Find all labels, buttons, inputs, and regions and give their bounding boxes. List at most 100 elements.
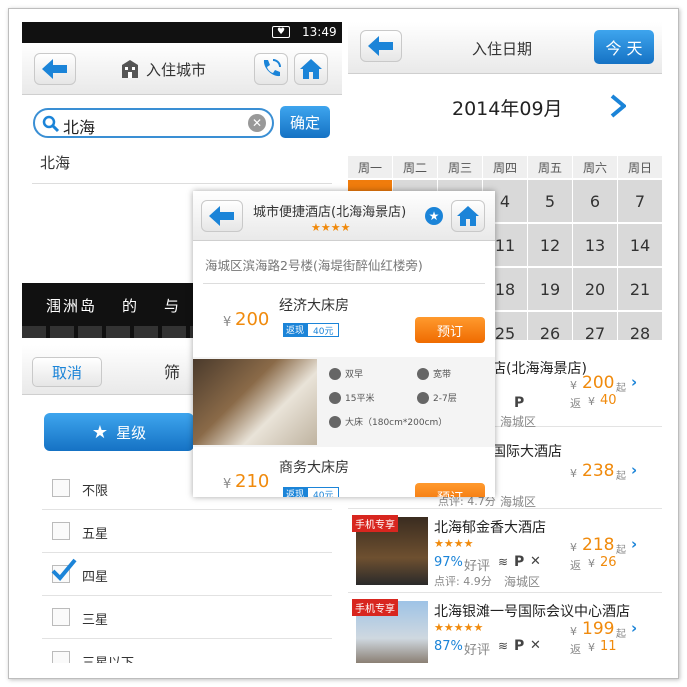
city-search-box[interactable]: 北海 ✕	[33, 108, 274, 138]
back-button[interactable]	[360, 30, 402, 62]
area-icon	[329, 391, 341, 404]
hotel-stars: ★★★★★	[434, 621, 484, 634]
weekday-label: 周二	[393, 156, 437, 178]
cashback-value: 26	[600, 555, 617, 570]
checkbox[interactable]	[52, 651, 70, 663]
hotel-name: 国际大酒店	[492, 444, 562, 460]
price-currency: ¥	[570, 625, 577, 638]
calendar-day[interactable]: 12	[528, 224, 572, 266]
amenity-broadband: 宽带	[417, 367, 451, 380]
calendar-day[interactable]: 19	[528, 268, 572, 310]
good-rate: 97%	[434, 555, 463, 570]
star-level-label: 星级	[116, 423, 147, 442]
home-button[interactable]	[451, 200, 485, 232]
calendar-day[interactable]: 13	[573, 224, 617, 266]
good-rate-label: 好评	[464, 643, 491, 658]
hotel-title-stars: ★★★★	[311, 221, 351, 234]
network-icon	[417, 367, 429, 380]
search-input[interactable]: 北海	[63, 114, 95, 138]
chevron-right-icon: ›	[631, 373, 638, 391]
book-button[interactable]: 预订	[415, 317, 485, 343]
city-header: 入住城市	[22, 43, 342, 95]
hotel-list-item[interactable]: 手机专享 北海郁金香大酒店 ★★★★ 97% 好评 ≋ P ✕ 点评: 4.9分…	[348, 509, 662, 593]
cashback-tag-label: 返现	[283, 323, 308, 337]
room-detail: 双早 宽带 15平米 2-7层 大床（180cm*200cm）	[193, 357, 495, 447]
checkbox[interactable]	[52, 522, 70, 540]
star-option-label: 三星	[82, 613, 109, 628]
price-qi: 起	[616, 545, 626, 556]
cashback-tag-label: 返现	[283, 487, 308, 497]
bed-icon	[329, 415, 341, 428]
parking-icon: P	[514, 395, 525, 411]
calendar-day[interactable]: 7	[618, 180, 662, 222]
calendar-day[interactable]: 20	[573, 268, 617, 310]
chevron-right-icon: ›	[631, 535, 638, 553]
back-button[interactable]	[201, 200, 243, 232]
book-button[interactable]: 预订	[415, 483, 485, 497]
review-score: 点评: 4.9分	[434, 575, 492, 588]
hotel-stars: ★★★★	[434, 537, 474, 550]
hotel-price: 199	[582, 619, 615, 639]
cancel-button[interactable]: 取消	[32, 357, 102, 387]
weekday-label: 周一	[348, 156, 392, 178]
hotel-header: 城市便捷酒店(北海海景店) ★★★★ ★	[193, 191, 495, 241]
calendar-day[interactable]: 14	[618, 224, 662, 266]
checkbox[interactable]	[52, 608, 70, 626]
star-option[interactable]: 四星	[42, 553, 332, 596]
hotel-name: 店(北海海景店)	[492, 361, 587, 377]
calendar-day[interactable]: 5	[528, 180, 572, 222]
star-level-tab[interactable]: ★ 星级	[44, 413, 194, 451]
star-option[interactable]: 三星以下	[42, 639, 332, 663]
dark-strip-bottom	[22, 326, 202, 338]
star-option[interactable]: 五星	[42, 510, 332, 553]
cashback-value: 40	[600, 393, 617, 408]
favorite-icon[interactable]: ★	[425, 207, 443, 225]
heart-battery-icon: ♥	[272, 26, 290, 38]
calendar-day[interactable]: 21	[618, 268, 662, 310]
cashback-label: 返	[570, 559, 581, 572]
cashback-currency: ¥	[588, 395, 595, 408]
checkbox-checked[interactable]	[51, 558, 77, 583]
calendar-day[interactable]: 26	[528, 312, 572, 340]
star-option[interactable]: 三星	[42, 596, 332, 639]
price-qi: 起	[616, 629, 626, 640]
dark-scroll-strip: 涠洲岛 的 与	[22, 283, 202, 338]
calendar-day[interactable]: 6	[573, 180, 617, 222]
checkbox[interactable]	[52, 479, 70, 497]
clear-icon[interactable]: ✕	[248, 114, 266, 132]
hotel-address[interactable]: 海城区滨海路2号楼(海堤街醉仙红楼旁)	[205, 255, 423, 274]
mobile-exclusive-badge: 手机专享	[352, 515, 398, 532]
arrow-left-icon	[42, 59, 67, 79]
weekday-label: 周四	[483, 156, 527, 178]
confirm-button[interactable]: 确定	[280, 106, 330, 138]
hotel-building-icon	[122, 60, 138, 78]
room-photo[interactable]	[193, 359, 317, 445]
city-result-item[interactable]: 北海	[32, 146, 332, 184]
amenity-floor-label: 2-7层	[433, 394, 457, 404]
hotel-title: 城市便捷酒店(北海海景店)	[253, 205, 407, 220]
wifi-icon: ≋	[498, 639, 509, 653]
dark-word-1: 涠洲岛	[46, 297, 98, 315]
room-row: 商务大床房 ¥ 210 返现 40元 预订	[193, 451, 495, 497]
mobile-exclusive-badge: 手机专享	[352, 599, 398, 616]
hotel-name: 北海银滩一号国际会议中心酒店	[434, 604, 630, 620]
calendar-day[interactable]: 28	[618, 312, 662, 340]
calendar-day[interactable]: 27	[573, 312, 617, 340]
arrow-left-icon	[368, 36, 393, 56]
next-month-icon[interactable]	[610, 94, 626, 118]
restaurant-icon: ✕	[530, 638, 541, 653]
room-name: 商务大床房	[279, 460, 349, 476]
today-button[interactable]: 今 天	[594, 30, 654, 64]
hotel-list-item[interactable]: 手机专享 北海银滩一号国际会议中心酒店 ★★★★★ 87% 好评 ≋ P ✕ ¥…	[348, 593, 662, 663]
room-row: 经济大床房 ¥ 200 返现 40元 预订	[193, 287, 495, 353]
call-button[interactable]	[254, 53, 288, 85]
cashback-currency: ¥	[588, 557, 595, 570]
home-button[interactable]	[294, 53, 328, 85]
back-button[interactable]	[34, 53, 76, 85]
phone-icon	[263, 59, 281, 77]
weekday-label: 周三	[438, 156, 482, 178]
star-option-label: 五星	[82, 527, 109, 542]
status-time: 13:49	[302, 25, 337, 39]
hotel-detail-panel: 城市便捷酒店(北海海景店) ★★★★ ★ 海城区滨海路2号楼(海堤街醉仙红楼旁)…	[193, 191, 495, 497]
cashback-tag: 返现 40元	[283, 323, 340, 337]
